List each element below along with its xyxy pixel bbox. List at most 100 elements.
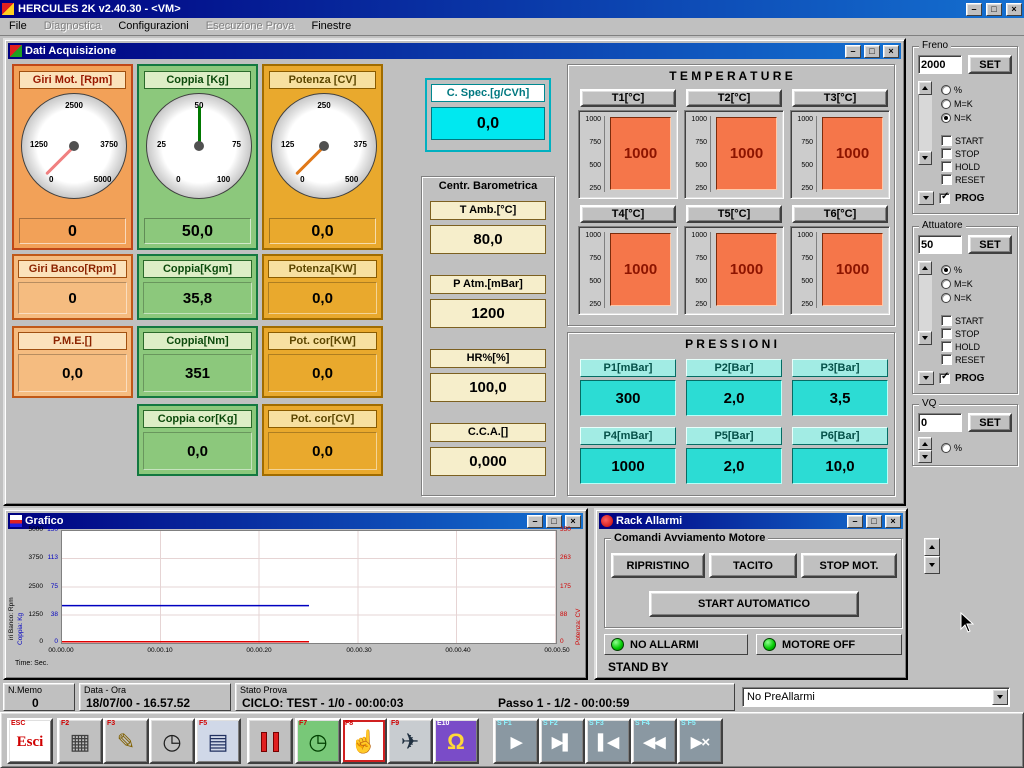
checkbox-icon[interactable] bbox=[941, 341, 952, 352]
menu-finestre[interactable]: Finestre bbox=[304, 18, 358, 34]
attuatore-radio-percent[interactable]: % bbox=[941, 265, 962, 275]
press-channel-header[interactable]: P6[Bar] bbox=[792, 427, 888, 445]
freno-radio-nk[interactable]: N=K bbox=[941, 113, 972, 123]
radio-icon[interactable] bbox=[941, 443, 951, 453]
tacito-button[interactable]: TACITO bbox=[709, 553, 797, 578]
scroll-up-icon[interactable] bbox=[918, 81, 932, 95]
freno-set-button[interactable]: SET bbox=[968, 55, 1012, 74]
dati-title-bar[interactable]: Dati Acquisizione – □ × bbox=[8, 43, 901, 59]
vq-setpoint-input[interactable] bbox=[918, 413, 962, 432]
checkbox-icon[interactable] bbox=[941, 315, 952, 326]
stop-mot-button[interactable]: STOP MOT. bbox=[801, 553, 897, 578]
play-button[interactable]: S F1 ▶ bbox=[493, 718, 539, 764]
freno-radio-percent[interactable]: % bbox=[941, 85, 962, 95]
airplane-button[interactable]: F9 ✈ bbox=[387, 718, 433, 764]
scroll-down-icon[interactable] bbox=[918, 151, 932, 165]
scroll-up-icon[interactable] bbox=[924, 538, 940, 556]
vq-set-button[interactable]: SET bbox=[968, 413, 1012, 432]
radio-icon[interactable] bbox=[941, 293, 951, 303]
attuatore-setpoint-input[interactable] bbox=[918, 235, 962, 254]
temp-channel-header[interactable]: T2[°C] bbox=[686, 89, 782, 107]
skip-to-start-button[interactable]: S F3 ▌◀ bbox=[585, 718, 631, 764]
vq-radio-percent[interactable]: % bbox=[941, 443, 962, 453]
preallarmi-dropdown[interactable]: No PreAllarmi bbox=[742, 687, 1010, 707]
press-channel-header[interactable]: P4[mBar] bbox=[580, 427, 676, 445]
calculator-button[interactable]: F2 ▦ bbox=[57, 718, 103, 764]
radio-icon[interactable] bbox=[941, 113, 951, 123]
step-forward-button[interactable]: S F2 ▶▌ bbox=[539, 718, 585, 764]
scrollbar-track[interactable] bbox=[918, 275, 932, 331]
radio-icon[interactable] bbox=[941, 279, 951, 289]
close-button[interactable]: × bbox=[1006, 3, 1022, 16]
freno-check-start[interactable]: START bbox=[941, 135, 984, 146]
freno-radio-mk[interactable]: M=K bbox=[941, 99, 973, 109]
bell-button[interactable]: E10 Ω bbox=[433, 718, 479, 764]
rewind-button[interactable]: S F4 ◀◀ bbox=[631, 718, 677, 764]
checkbox-icon[interactable] bbox=[941, 354, 952, 365]
radio-icon[interactable] bbox=[941, 85, 951, 95]
radio-icon[interactable] bbox=[941, 265, 951, 275]
temp-channel-header[interactable]: T5[°C] bbox=[686, 205, 782, 223]
freno-check-stop[interactable]: STOP bbox=[941, 148, 979, 159]
temp-channel-header[interactable]: T1[°C] bbox=[580, 89, 676, 107]
freno-check-reset[interactable]: RESET bbox=[941, 174, 985, 185]
freno-prog-checkbox[interactable] bbox=[939, 193, 950, 204]
minimize-button[interactable]: – bbox=[527, 515, 543, 528]
temp-channel-header[interactable]: T6[°C] bbox=[792, 205, 888, 223]
minimize-button[interactable]: – bbox=[845, 45, 861, 58]
checkbox-icon[interactable] bbox=[941, 148, 952, 159]
stopwatch-button[interactable]: ◷ bbox=[149, 718, 195, 764]
close-button[interactable]: × bbox=[883, 45, 899, 58]
radio-icon[interactable] bbox=[941, 99, 951, 109]
attuatore-prog-checkbox[interactable] bbox=[939, 373, 950, 384]
attuatore-check-reset[interactable]: RESET bbox=[941, 354, 985, 365]
menu-esecuzione-prova[interactable]: Esecuzione Prova bbox=[199, 18, 302, 34]
checkbox-icon[interactable] bbox=[941, 135, 952, 146]
minimize-button[interactable]: – bbox=[847, 515, 863, 528]
attuatore-scrollbar[interactable] bbox=[918, 261, 932, 345]
combo-dropdown-icon[interactable] bbox=[918, 371, 934, 385]
main-title-bar[interactable]: HERCULES 2K v2.40.30 - <VM> – □ × bbox=[0, 0, 1024, 18]
maximize-button[interactable]: □ bbox=[986, 3, 1002, 16]
scroll-down-icon[interactable] bbox=[918, 450, 932, 463]
combo-dropdown-icon[interactable] bbox=[918, 191, 934, 205]
attuatore-check-stop[interactable]: STOP bbox=[941, 328, 979, 339]
grafico-title-bar[interactable]: Grafico – □ × bbox=[8, 513, 583, 529]
notepad-button[interactable]: F3 ✎ bbox=[103, 718, 149, 764]
menu-diagnostica[interactable]: Diagnostica bbox=[37, 18, 108, 34]
menu-configurazioni[interactable]: Configurazioni bbox=[111, 18, 195, 34]
vq-scrollbar[interactable] bbox=[918, 437, 932, 463]
press-channel-header[interactable]: P1[mBar] bbox=[580, 359, 676, 377]
attuatore-check-start[interactable]: START bbox=[941, 315, 984, 326]
attuatore-radio-mk[interactable]: M=K bbox=[941, 279, 973, 289]
stop-hand-button[interactable]: F8 ☝ bbox=[341, 718, 387, 764]
minimize-button[interactable]: – bbox=[966, 3, 982, 16]
attuatore-set-button[interactable]: SET bbox=[968, 235, 1012, 254]
temp-channel-header[interactable]: T4[°C] bbox=[580, 205, 676, 223]
combo-dropdown-icon[interactable] bbox=[992, 689, 1008, 705]
print-button[interactable]: F5 ▤ bbox=[195, 718, 241, 764]
freno-check-hold[interactable]: HOLD bbox=[941, 161, 980, 172]
freno-scrollbar[interactable] bbox=[918, 81, 932, 165]
esci-button[interactable]: ESC Esci bbox=[7, 718, 53, 764]
temp-channel-header[interactable]: T3[°C] bbox=[792, 89, 888, 107]
rack-title-bar[interactable]: Rack Allarmi – □ × bbox=[599, 513, 903, 529]
maximize-button[interactable]: □ bbox=[864, 45, 880, 58]
chrono-button[interactable]: F7 ◷ bbox=[295, 718, 341, 764]
scroll-down-icon[interactable] bbox=[918, 331, 932, 345]
side-scrollbar[interactable] bbox=[924, 538, 940, 574]
attuatore-radio-nk[interactable]: N=K bbox=[941, 293, 972, 303]
maximize-button[interactable]: □ bbox=[866, 515, 882, 528]
freno-setpoint-input[interactable] bbox=[918, 55, 962, 74]
press-channel-header[interactable]: P5[Bar] bbox=[686, 427, 782, 445]
pause-button[interactable] bbox=[247, 718, 293, 764]
scrollbar-track[interactable] bbox=[918, 95, 932, 151]
scroll-up-icon[interactable] bbox=[918, 437, 932, 450]
close-button[interactable]: × bbox=[885, 515, 901, 528]
scroll-down-icon[interactable] bbox=[924, 556, 940, 574]
checkbox-icon[interactable] bbox=[941, 328, 952, 339]
ripristino-button[interactable]: RIPRISTINO bbox=[611, 553, 705, 578]
checkbox-icon[interactable] bbox=[941, 161, 952, 172]
scroll-up-icon[interactable] bbox=[918, 261, 932, 275]
press-channel-header[interactable]: P2[Bar] bbox=[686, 359, 782, 377]
